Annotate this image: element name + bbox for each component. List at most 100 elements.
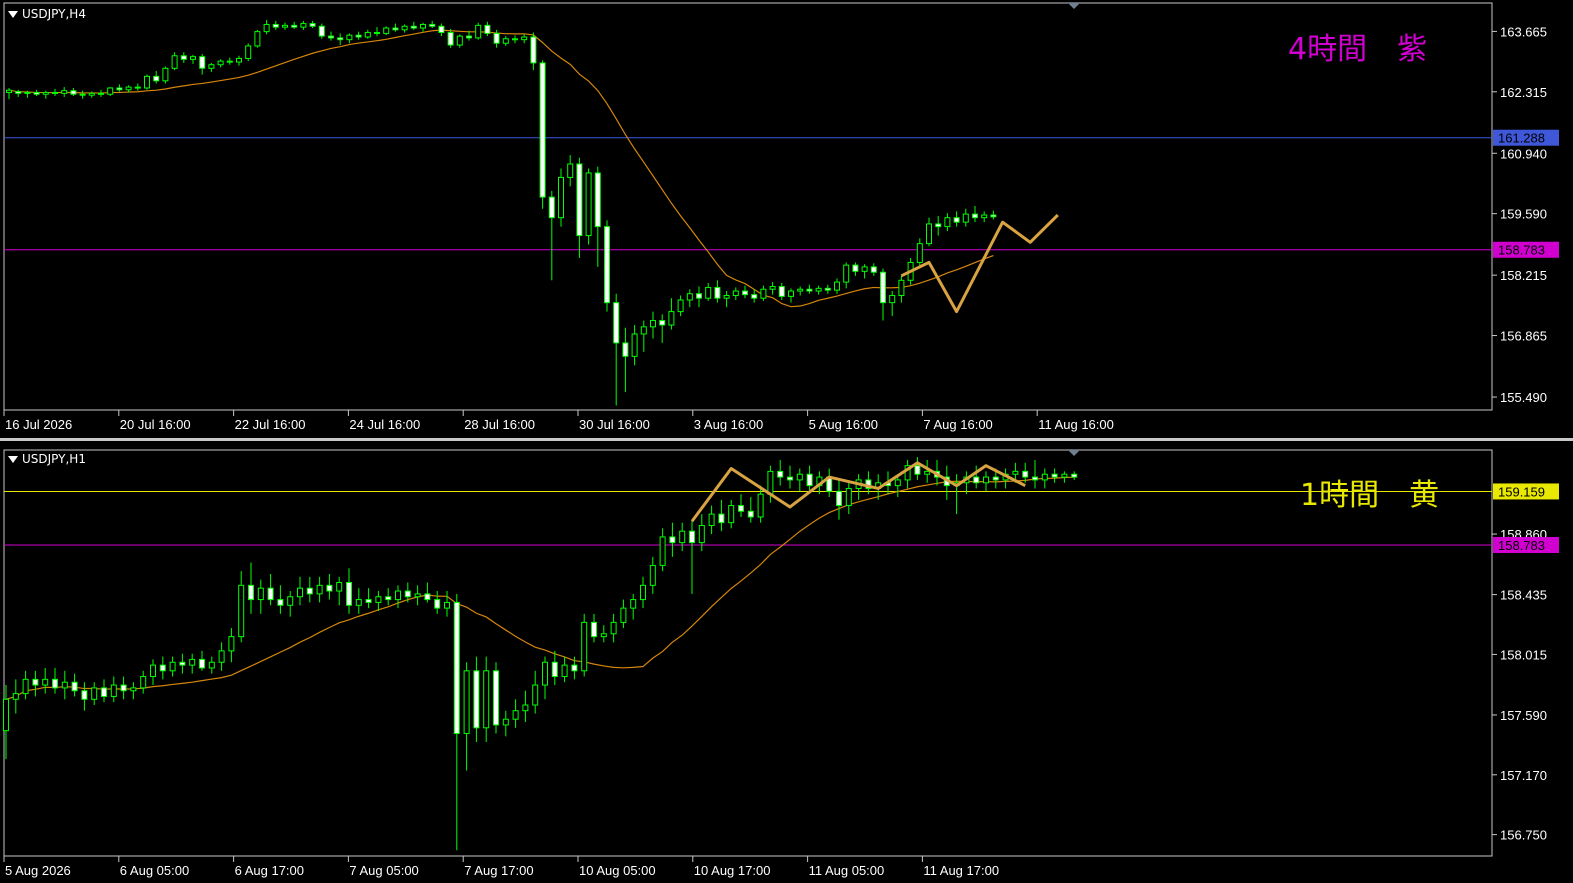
time-tick-label: 11 Aug 16:00 [1038, 417, 1114, 432]
candle [723, 291, 730, 308]
price-tick-label: 158.215 [1500, 268, 1547, 283]
time-tick-label: 6 Aug 17:00 [235, 863, 304, 878]
candle-body-up [395, 590, 401, 601]
candle-body-up [245, 45, 252, 59]
candle-body-down [199, 56, 206, 69]
candle-body-up [463, 670, 470, 734]
time-tick-label: 11 Aug 17:00 [923, 863, 999, 878]
candle-body-down [852, 264, 859, 272]
candle [973, 465, 980, 489]
candle [686, 289, 693, 308]
candle [248, 562, 254, 614]
time-tick-label: 7 Aug 17:00 [464, 863, 533, 878]
candle-body-down [613, 302, 620, 344]
candle-body-down [33, 91, 40, 95]
candle [71, 673, 78, 697]
candle-body-down [571, 664, 578, 672]
candle-body-down [71, 681, 78, 692]
candle [318, 23, 325, 39]
candle-body-up [254, 31, 261, 47]
candle-body-up [456, 35, 463, 46]
dropdown-triangle-icon[interactable] [8, 456, 18, 463]
candle [512, 35, 518, 44]
candle [714, 280, 721, 303]
candle [613, 293, 620, 406]
candle-body-up [61, 90, 68, 94]
candle-body-down [836, 490, 842, 507]
candle [15, 89, 22, 97]
candle [236, 55, 242, 66]
candle-body-up [898, 279, 905, 297]
candle-body-down [576, 163, 583, 237]
candle [42, 667, 49, 694]
candle [889, 291, 896, 317]
candle-body-down [714, 286, 721, 299]
candle [42, 90, 49, 99]
candle-body-up [558, 176, 564, 219]
candle [140, 670, 147, 694]
candle-body-up [631, 333, 638, 357]
candle [551, 650, 558, 686]
candle-body-up [788, 290, 794, 297]
candle-body-down [438, 25, 445, 34]
candle [1061, 471, 1068, 483]
window-divider[interactable] [0, 438, 1573, 446]
candle-body-down [990, 214, 997, 218]
candle [732, 287, 739, 300]
candle [718, 499, 725, 532]
candle [865, 471, 872, 495]
chart-shift-marker [1068, 450, 1080, 456]
candle [424, 582, 431, 603]
h4-chart-window[interactable]: 163.665 162.315 160.940 159.590 158.215 156.8… [0, 0, 1573, 438]
candle-body-down [410, 25, 417, 29]
candle-body-down [15, 91, 22, 94]
level-price-label: 161.288 [1498, 131, 1545, 146]
candle-body-down [120, 684, 127, 692]
price-tick-label: 156.865 [1500, 329, 1547, 344]
candle [751, 289, 758, 303]
level-price-label: 158.783 [1498, 243, 1545, 258]
price-tick-label: 162.315 [1500, 85, 1547, 100]
candle [898, 275, 905, 303]
candle-body-down [1032, 476, 1038, 481]
candle-body-down [392, 27, 399, 31]
price-tick-label: 160.940 [1500, 146, 1547, 161]
candle-body-up [401, 25, 408, 31]
candle [179, 653, 186, 674]
candle-body-up [208, 661, 215, 669]
time-tick-label: 10 Aug 17:00 [694, 863, 771, 878]
price-tick-label: 157.590 [1500, 708, 1547, 723]
candle-body-down [98, 92, 104, 95]
candle [32, 670, 39, 697]
candle-body-up [316, 584, 323, 595]
candle [604, 220, 610, 312]
dropdown-triangle-icon[interactable] [8, 11, 18, 18]
h1-chart-window[interactable]: 158.860 158.435 158.015 157.590 157.170 156.7… [0, 446, 1573, 883]
candle-body-down [512, 38, 518, 41]
candle-body-up [679, 530, 686, 544]
candle [502, 36, 509, 46]
candle-body-up [502, 38, 509, 44]
candle [364, 29, 371, 39]
candle-body-down [484, 24, 491, 34]
candle-body-up [140, 676, 147, 689]
candle-body-down [32, 678, 39, 686]
candle-body-up [610, 621, 617, 635]
candle-body-down [52, 91, 58, 94]
candle-body-up [916, 243, 923, 263]
candle-body-down [824, 287, 831, 291]
candle [392, 23, 399, 32]
candle [769, 282, 776, 295]
plot-frame [3, 2, 1493, 411]
candle-body-up [218, 650, 225, 663]
candle [434, 591, 441, 614]
candle-body-up [502, 718, 509, 726]
candle [924, 459, 931, 483]
candle-body-up [282, 24, 288, 28]
candle-body-up [12, 693, 19, 700]
candle [272, 20, 279, 30]
candle-body-down [473, 670, 480, 729]
candle-body-down [328, 35, 334, 39]
time-tick-label: 5 Aug 2026 [5, 863, 71, 878]
candle-body-up [91, 687, 98, 700]
